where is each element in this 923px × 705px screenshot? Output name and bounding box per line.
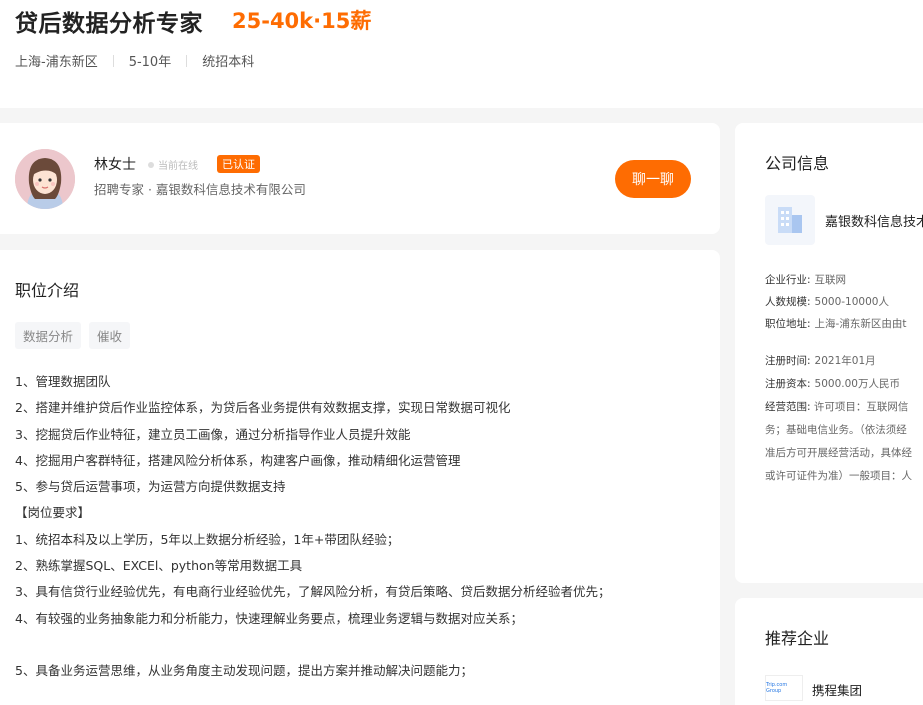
info-label: 职位地址:	[765, 318, 811, 330]
scope-line: 或许可证件为准）一般项目：人	[765, 470, 912, 482]
scope-line: 经营范围: 许可项目：互联网信	[765, 396, 923, 419]
section-title: 职位介绍	[15, 281, 80, 300]
divider	[186, 54, 188, 67]
description-line: 4、挖掘用户客群特征，搭建风险分析体系，构建客户画像，推动精细化运营管理	[15, 452, 461, 468]
recommend-company-name[interactable]: 携程集团	[812, 680, 862, 699]
salary: 25-40k·15薪	[232, 9, 372, 33]
info-value: 2021年01月	[814, 355, 876, 367]
job-tags: 数据分析 催收	[15, 322, 131, 349]
description-line: 2、搭建并维护贷后作业监控体系，为贷后各业务提供有效数据支撑，实现日常数据可视化	[15, 400, 511, 416]
job-tag[interactable]: 数据分析	[15, 322, 82, 349]
recruiter-name: 林女士	[94, 157, 136, 173]
info-label: 注册资本:	[765, 378, 811, 390]
info-value: 5000.00万人民币	[814, 378, 900, 390]
job-education: 统招本科	[202, 55, 255, 70]
verified-badge: 已认证	[217, 155, 260, 173]
job-header: 贷后数据分析专家 25-40k·15薪 上海-浦东新区 5-10年 统招本科	[0, 0, 923, 108]
info-value: 5000-10000人	[814, 296, 889, 308]
info-label: 人数规模:	[765, 296, 811, 308]
description-line: 5、具备业务运营思维，从业务角度主动发现问题，提出方案并推动解决问题能力；	[15, 663, 473, 679]
job-description-card: 职位介绍 数据分析 催收 1、管理数据团队 2、搭建并维护贷后作业监控体系，为贷…	[0, 250, 720, 705]
description-line: 【岗位要求】	[15, 505, 91, 521]
info-value: 许可项目：互联网信	[813, 401, 909, 413]
job-location: 上海-浦东新区	[15, 55, 98, 70]
info-label: 注册时间:	[765, 355, 811, 367]
avatar-image	[15, 149, 75, 209]
info-label: 经营范围:	[765, 401, 811, 413]
recommend-title: 推荐企业	[765, 629, 830, 648]
status-dot-icon	[148, 161, 154, 168]
info-label: 企业行业:	[765, 274, 811, 286]
company-name[interactable]: 嘉银数科信息技术	[825, 211, 923, 230]
job-experience: 5-10年	[128, 55, 172, 70]
recommend-card: 推荐企业 Trip.com Group 携程集团	[735, 598, 923, 705]
company-size: 人数规模: 5000-10000人	[765, 294, 889, 309]
description-line: 3、挖掘贷后作业特征，建立员工画像，通过分析指导作业人员提升效能	[15, 426, 411, 442]
company-info-card: 公司信息 嘉银数科信息技术 企业行业: 互联网 人数规模: 5000-10000人 …	[735, 123, 923, 583]
job-tag[interactable]: 催收	[89, 322, 131, 349]
recommend-company-logo[interactable]: Trip.com Group	[765, 675, 803, 701]
job-title: 贷后数据分析专家	[15, 11, 203, 37]
description-line: 5、参与贷后运营事项，为运营方向提供数据支持	[15, 479, 286, 495]
online-status-text: 当前在线	[158, 161, 198, 172]
building-icon	[778, 207, 802, 233]
description-line: 1、管理数据团队	[15, 374, 111, 389]
company-capital: 注册资本: 5000.00万人民币	[765, 376, 900, 391]
description-line	[15, 635, 610, 661]
avatar[interactable]	[15, 149, 75, 209]
description-line: 1、统招本科及以上学历，5年以上数据分析经验，1年+带团队经验；	[15, 531, 400, 547]
company-industry: 企业行业: 互联网	[765, 272, 846, 287]
company-address: 职位地址: 上海-浦东新区由由t	[765, 316, 906, 331]
recruiter-card: 林女士 当前在线 已认证 招聘专家 · 嘉银数科信息技术有限公司 聊一聊	[0, 123, 720, 234]
divider	[112, 54, 114, 67]
company-scope: 经营范围: 许可项目：互联网信 务；基础电信业务。（依法须经 准后方可开展经营活…	[765, 396, 923, 488]
company-logo[interactable]	[765, 195, 815, 245]
description-line: 4、有较强的业务抽象能力和分析能力，快速理解业务要点，梳理业务逻辑与数据对应关系…	[15, 610, 523, 626]
info-value: 互联网	[814, 274, 847, 286]
job-meta: 上海-浦东新区 5-10年 统招本科	[15, 51, 254, 70]
company-info-title: 公司信息	[765, 154, 830, 173]
online-status: 当前在线	[148, 157, 198, 172]
scope-line: 准后方可开展经营活动，具体经	[765, 447, 912, 459]
description-text: 1、管理数据团队 2、搭建并维护贷后作业监控体系，为贷后各业务提供有效数据支撑，…	[15, 372, 610, 688]
chat-button[interactable]: 聊一聊	[615, 160, 691, 198]
description-line: 3、具有信贷行业经验优先，有电商行业经验优先，了解风险分析，有贷后策略、贷后数据…	[15, 584, 611, 600]
recruiter-role: 招聘专家 · 嘉银数科信息技术有限公司	[94, 182, 306, 197]
scope-line: 务；基础电信业务。（依法须经	[765, 424, 907, 436]
description-line: 2、熟练掌握SQL、EXCEl、python等常用数据工具	[15, 558, 303, 574]
company-reg-time: 注册时间: 2021年01月	[765, 353, 876, 368]
info-value: 上海-浦东新区由由t	[814, 318, 907, 330]
